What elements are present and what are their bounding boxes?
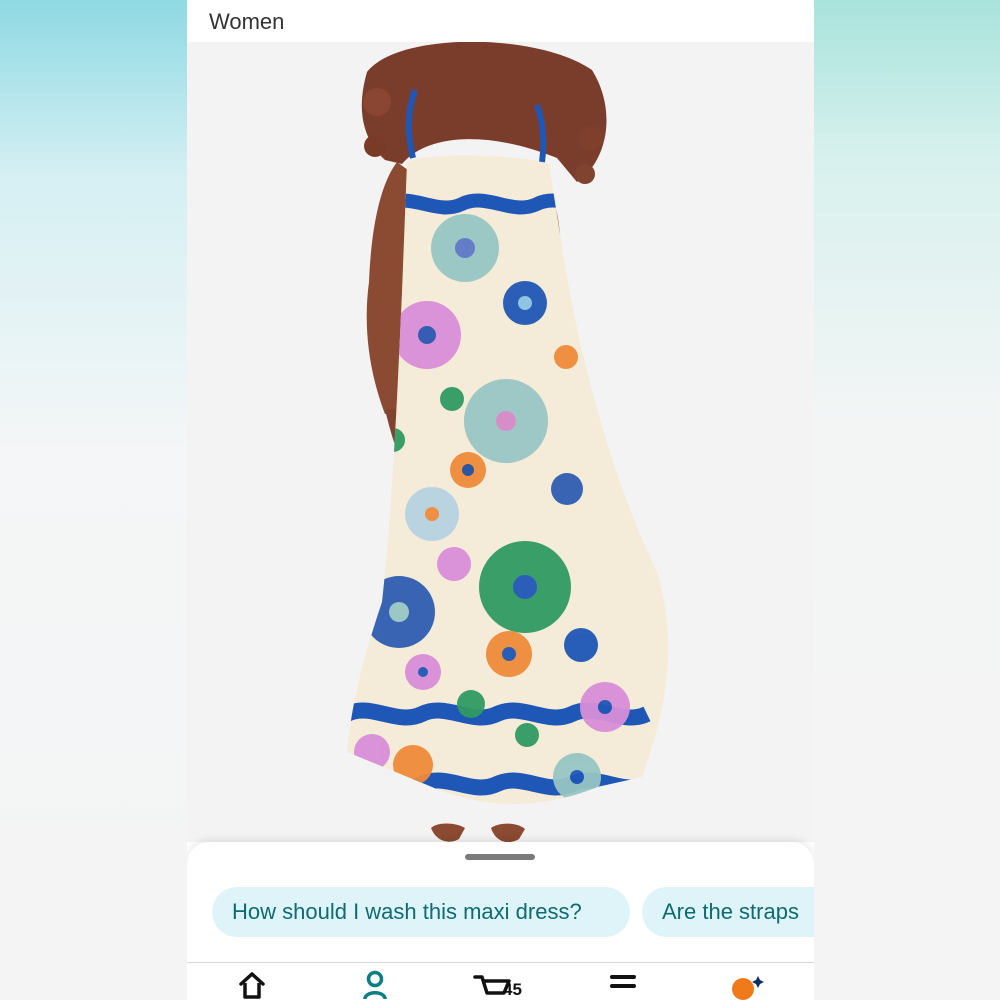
product-image[interactable] [187,41,814,843]
sheet-handle[interactable] [465,854,535,860]
assistant-icon[interactable] [730,969,768,1000]
dress-photo [347,41,669,843]
suggestion-chip-wash[interactable]: How should I wash this maxi dress? [212,887,630,937]
home-icon[interactable] [235,969,269,1000]
suggestion-chip-straps[interactable]: Are the straps [642,887,814,937]
product-title-area: Women [187,0,814,42]
menu-icon[interactable] [606,969,640,1000]
suggestion-chip-label: Are the straps [662,899,799,924]
app-screen: Women How should I wash this maxi dress?… [187,0,814,1000]
product-title-line: Women [209,9,285,34]
bottom-nav [187,962,814,1000]
background-left [0,0,187,1000]
background-right [814,0,1000,1000]
suggestion-chip-label: How should I wash this maxi dress? [232,899,582,924]
cart-count-badge: 45 [503,980,522,999]
account-icon[interactable] [361,969,389,1000]
